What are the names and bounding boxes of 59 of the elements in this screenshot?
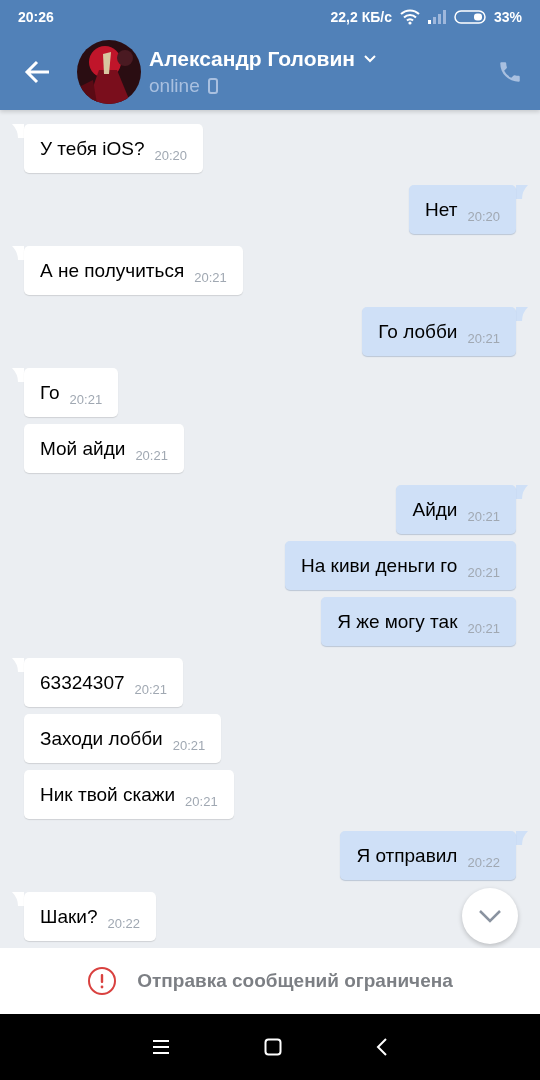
message-text: Мой айди bbox=[40, 437, 126, 460]
message-text: А не получиться bbox=[40, 259, 185, 282]
chevron-down-icon[interactable] bbox=[478, 909, 502, 923]
message-text: Я же могу так bbox=[337, 610, 458, 633]
message-text: 63324307 bbox=[40, 671, 125, 694]
message-bubble[interactable]: Ник твой скажи 20:21 bbox=[24, 770, 234, 819]
message-time: 20:22 bbox=[107, 916, 141, 931]
message-text: Го bbox=[40, 381, 60, 404]
message-bubble[interactable]: Го лобби 20:21 bbox=[362, 307, 516, 356]
wifi-icon bbox=[399, 9, 420, 25]
message-text: Я отправил bbox=[356, 844, 458, 867]
message-text: Шаки? bbox=[40, 905, 98, 928]
message-bubble[interactable]: Нет 20:20 bbox=[409, 185, 516, 234]
message-time: 20:21 bbox=[194, 270, 227, 285]
menu-icon[interactable] bbox=[152, 1039, 170, 1055]
message-bubble[interactable]: Я же могу так 20:21 bbox=[321, 597, 516, 646]
message-time: 20:20 bbox=[467, 209, 500, 224]
message-bubble[interactable]: Шаки? 20:22 bbox=[24, 892, 157, 941]
back-icon[interactable] bbox=[376, 1037, 388, 1057]
message-time: 20:21 bbox=[135, 448, 168, 463]
message-text: Ник твой скажи bbox=[40, 783, 176, 806]
message-text: Нет bbox=[425, 198, 458, 221]
message-text: Айди bbox=[412, 498, 458, 521]
message-text: Заходи лобби bbox=[40, 727, 163, 750]
message-bubble[interactable]: На киви деньги го 20:21 bbox=[285, 541, 516, 590]
message-bubble[interactable]: Айди 20:21 bbox=[396, 485, 516, 534]
back-arrow-icon[interactable] bbox=[24, 58, 52, 86]
phone-icon[interactable] bbox=[497, 59, 523, 85]
message-time: 20:21 bbox=[467, 621, 500, 636]
message-bubble[interactable]: 63324307 20:21 bbox=[24, 658, 184, 707]
message-time: 20:21 bbox=[69, 392, 103, 407]
message-bubble[interactable]: Го 20:21 bbox=[24, 368, 119, 417]
network-speed: 22,2 КБ/с bbox=[330, 9, 392, 25]
message-bubble[interactable]: Заходи лобби 20:21 bbox=[24, 714, 222, 763]
message-bubble[interactable]: А не получиться 20:21 bbox=[24, 246, 243, 295]
message-text: Го лобби bbox=[378, 320, 458, 343]
message-bubble[interactable]: Мой айди 20:21 bbox=[24, 424, 184, 473]
message-text: У тебя iOS? bbox=[40, 137, 145, 160]
home-icon[interactable] bbox=[264, 1038, 282, 1056]
message-bubble[interactable]: Я отправил 20:22 bbox=[340, 831, 516, 880]
status-time: 20:26 bbox=[18, 9, 54, 25]
message-time: 20:21 bbox=[134, 682, 168, 697]
warning-icon bbox=[87, 966, 118, 996]
message-time: 20:21 bbox=[467, 331, 500, 346]
message-bubble[interactable]: У тебя iOS? 20:20 bbox=[24, 124, 203, 173]
message-time: 20:21 bbox=[172, 738, 206, 753]
notice-text: Отправка сообщений ограничена bbox=[137, 970, 453, 992]
message-time: 20:22 bbox=[467, 855, 500, 870]
message-time: 20:21 bbox=[467, 565, 500, 580]
phone-device-icon bbox=[207, 78, 218, 94]
contact-name[interactable]: Александр Головин bbox=[149, 47, 355, 71]
message-time: 20:21 bbox=[467, 509, 500, 524]
battery-icon bbox=[453, 10, 486, 24]
online-status: online bbox=[149, 75, 200, 97]
message-time: 20:21 bbox=[185, 794, 218, 809]
message-time: 20:20 bbox=[154, 148, 187, 163]
battery-percent: 33% bbox=[493, 9, 522, 25]
message-text: На киви деньги го bbox=[301, 554, 458, 577]
signal-icon bbox=[427, 10, 446, 24]
